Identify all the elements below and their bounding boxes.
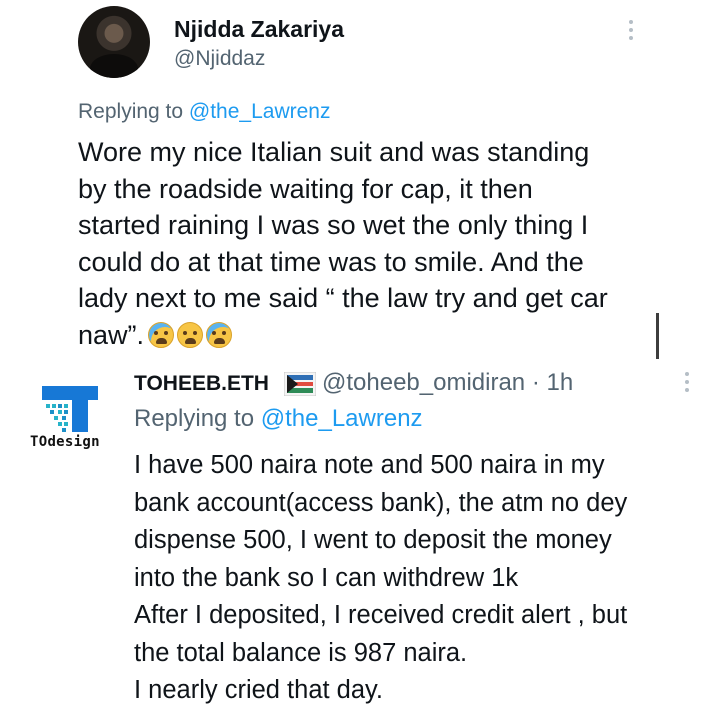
logo-text: TOdesign xyxy=(30,434,100,450)
user-handle[interactable]: @Njiddaz xyxy=(174,47,265,71)
replying-to-link[interactable]: @the_Lawrenz xyxy=(261,405,423,432)
avatar[interactable] xyxy=(78,6,150,78)
text-cursor xyxy=(656,313,659,359)
tweet-text: Wore my nice Italian suit and was standi… xyxy=(78,134,678,353)
tweet-toheeb: TOdesign TOHEEB.ETH @toheeb_omidiran · 1… xyxy=(0,360,720,720)
avatar[interactable]: TOdesign xyxy=(20,386,120,456)
more-options-icon[interactable] xyxy=(683,372,691,392)
more-options-icon[interactable] xyxy=(627,20,635,40)
replying-to-link[interactable]: @the_Lawrenz xyxy=(189,100,331,123)
replying-to: Replying to @the_Lawrenz xyxy=(78,100,330,124)
flag-emoji-icon xyxy=(284,372,316,396)
replying-to: Replying to @the_Lawrenz xyxy=(134,405,423,433)
tweet-body: Wore my nice Italian suit and was standi… xyxy=(78,137,608,350)
tweet-njidda: Njidda Zakariya @Njiddaz Replying to @th… xyxy=(0,0,720,360)
weary-face-emoji xyxy=(177,321,204,348)
loudly-crying-face-emoji xyxy=(206,321,233,348)
replying-prefix: Replying to xyxy=(78,100,189,123)
display-name[interactable]: Njidda Zakariya xyxy=(174,16,344,43)
loudly-crying-face-emoji xyxy=(148,321,175,348)
handle-and-timestamp[interactable]: @toheeb_omidiran · 1h xyxy=(322,369,573,397)
tweet-text: I have 500 naira note and 500 naira in m… xyxy=(134,451,628,704)
replying-prefix: Replying to xyxy=(134,405,261,432)
td-logo-icon xyxy=(42,386,98,432)
display-name[interactable]: TOHEEB.ETH xyxy=(134,372,269,396)
emoji-group xyxy=(148,321,233,348)
